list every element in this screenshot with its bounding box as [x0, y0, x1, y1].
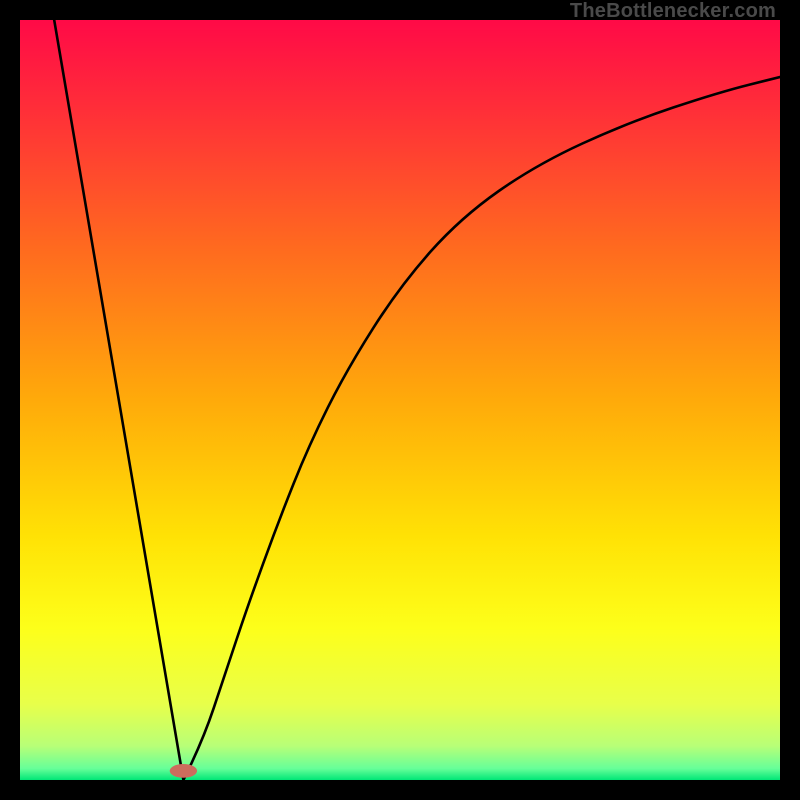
chart-frame: [20, 20, 780, 780]
optimal-point-marker: [170, 764, 197, 778]
bottleneck-chart: [20, 20, 780, 780]
chart-background: [20, 20, 780, 780]
